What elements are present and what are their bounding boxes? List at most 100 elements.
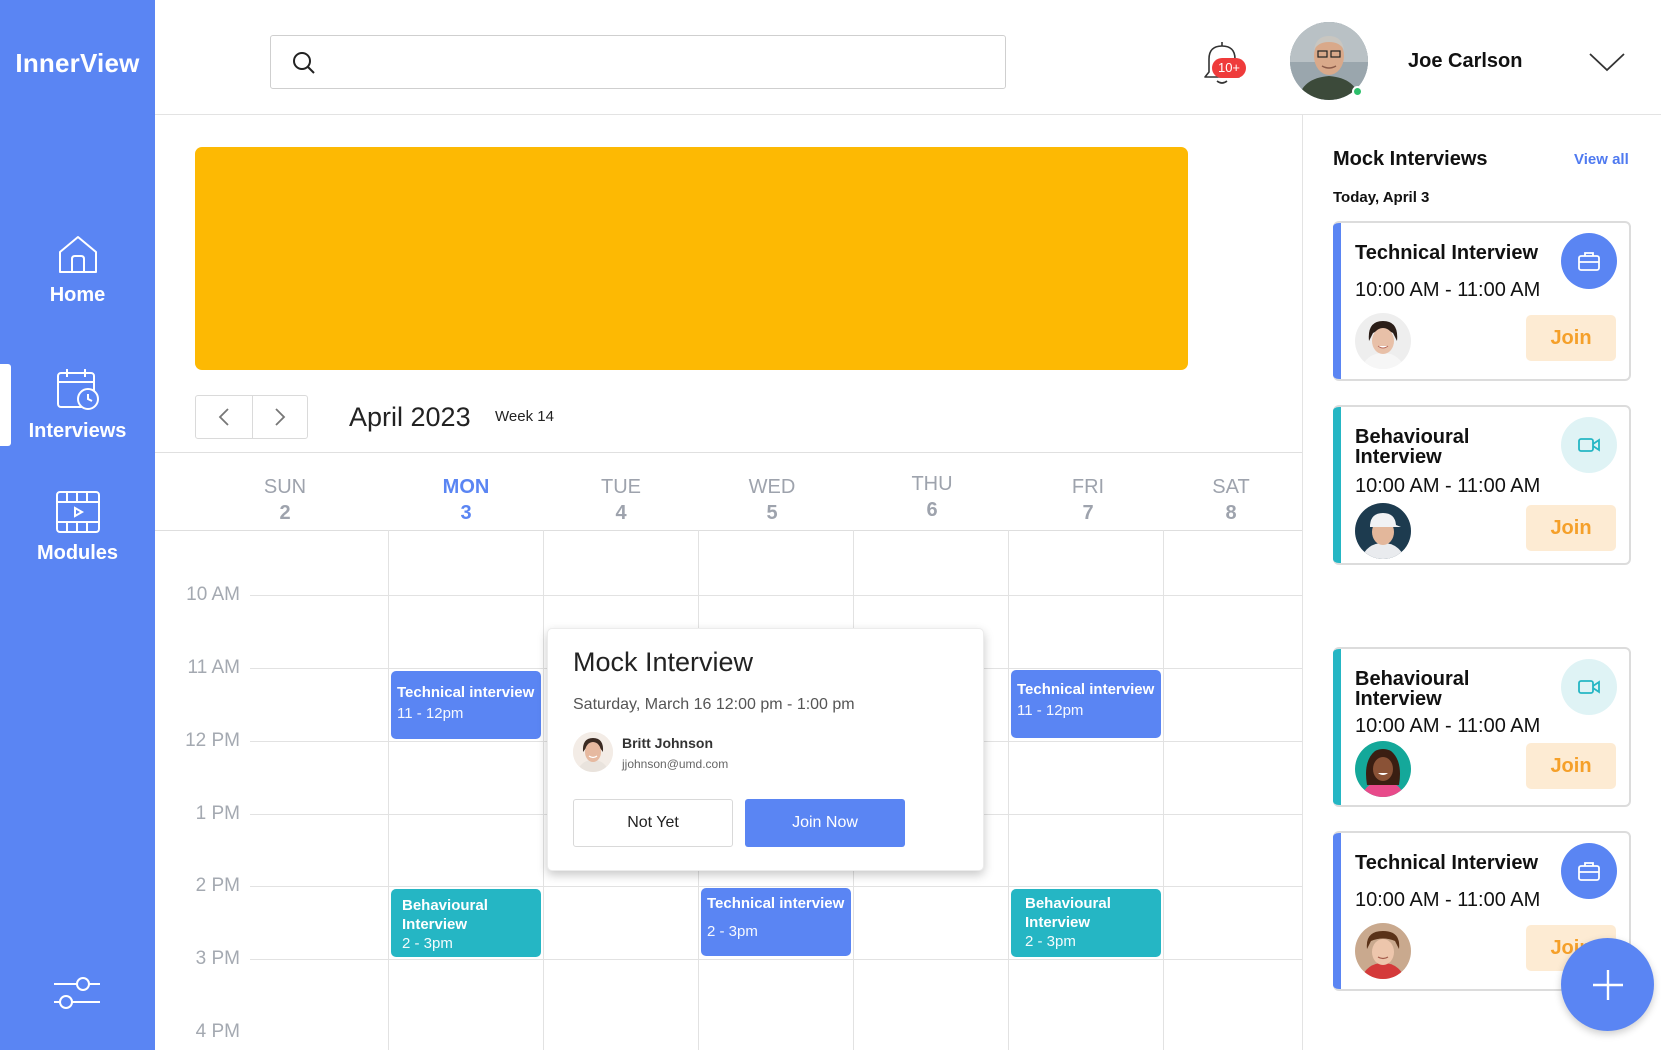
grid-hour-line — [250, 959, 1302, 960]
day-number: 3 — [460, 502, 472, 524]
card-type-stripe — [1333, 833, 1341, 989]
search-bar[interactable] — [270, 35, 1006, 89]
next-week-button[interactable] — [251, 396, 308, 438]
sidebar-item-home[interactable]: Home — [0, 232, 155, 307]
interviewer-avatar — [1355, 313, 1411, 369]
banner — [195, 147, 1188, 370]
time-label: 12 PM — [185, 730, 240, 751]
participant-photo — [573, 732, 613, 772]
day-header-mon[interactable]: MON 3 — [421, 474, 511, 526]
day-number: 6 — [926, 499, 938, 521]
day-name: THU — [911, 473, 953, 495]
event-time: 2 - 3pm — [707, 923, 758, 940]
day-name: WED — [748, 476, 796, 498]
card-title: Behavioural Interview — [1355, 668, 1470, 710]
settings-button[interactable] — [52, 972, 102, 1014]
card-type-stripe — [1333, 223, 1341, 379]
card-type-badge — [1561, 659, 1617, 715]
card-type-badge — [1561, 417, 1617, 473]
day-header-wed[interactable]: WED 5 — [727, 474, 817, 526]
time-label: 3 PM — [195, 948, 240, 969]
calendar-event[interactable]: Technical interview 11 - 12pm — [391, 671, 541, 739]
card-type-badge — [1561, 843, 1617, 899]
card-time: 10:00 AM - 11:00 AM — [1355, 475, 1541, 497]
time-label: 1 PM — [195, 803, 240, 824]
header-divider — [155, 114, 1661, 115]
plus-icon — [1592, 969, 1623, 1000]
sidebar-item-label: Interviews — [28, 420, 127, 442]
prev-week-button[interactable] — [196, 396, 252, 438]
event-time: 11 - 12pm — [1017, 702, 1084, 719]
video-camera-icon — [1578, 438, 1600, 452]
day-header-thu[interactable]: THU 6 — [887, 471, 977, 523]
user-name[interactable]: Joe Carlson — [1408, 50, 1522, 73]
notification-count-badge: 10+ — [1212, 58, 1246, 78]
grid-hour-line — [250, 595, 1302, 596]
month-label: April 2023 — [349, 402, 471, 432]
grid-column-line — [1163, 530, 1164, 1050]
day-number: 4 — [615, 502, 627, 524]
chevron-right-icon — [275, 408, 286, 426]
right-panel-divider — [1302, 115, 1303, 1050]
time-label: 10 AM — [186, 584, 240, 605]
card-type-badge — [1561, 233, 1617, 289]
search-input[interactable] — [333, 44, 993, 80]
sidebar-item-modules[interactable]: Modules — [0, 490, 155, 565]
grid-hour-line — [250, 886, 1302, 887]
grid-column-line — [543, 530, 544, 1050]
day-header-sun[interactable]: SUN 2 — [240, 474, 330, 526]
time-label: 4 PM — [195, 1021, 240, 1042]
calendar-event[interactable]: Behavioural Interview 2 - 3pm — [391, 889, 541, 957]
briefcase-icon — [1578, 862, 1600, 881]
day-number: 8 — [1225, 502, 1237, 524]
interview-card[interactable]: Technical Interview 10:00 AM - 11:00 AM … — [1333, 221, 1631, 381]
user-menu-toggle[interactable] — [1588, 50, 1626, 74]
day-header-sat[interactable]: SAT 8 — [1186, 474, 1276, 526]
mock-interviews-date: Today, April 3 — [1333, 189, 1430, 206]
day-number: 2 — [279, 502, 291, 524]
interviewer-avatar — [1355, 923, 1411, 979]
participant-name: Britt Johnson — [622, 735, 713, 751]
calendar-event[interactable]: Behavioural Interview 2 - 3pm — [1011, 889, 1161, 957]
interview-card[interactable]: Behavioural Interview 10:00 AM - 11:00 A… — [1333, 647, 1631, 807]
grid-top-line — [155, 530, 1302, 531]
card-time: 10:00 AM - 11:00 AM — [1355, 279, 1541, 301]
app-logo[interactable]: InnerView — [0, 48, 155, 79]
day-number: 7 — [1082, 502, 1094, 524]
day-name: FRI — [1071, 476, 1105, 498]
sidebar: InnerView Home Interviews Modules — [0, 0, 155, 1050]
not-yet-button[interactable]: Not Yet — [573, 799, 733, 847]
day-name: SUN — [263, 476, 307, 498]
day-header-tue[interactable]: TUE 4 — [576, 474, 666, 526]
sidebar-item-label: Modules — [36, 542, 119, 564]
event-title: Behavioural Interview — [1025, 895, 1111, 931]
join-button[interactable]: Join — [1526, 315, 1616, 361]
day-number: 5 — [766, 502, 778, 524]
join-button[interactable]: Join — [1526, 743, 1616, 789]
calendar-event[interactable]: Technical interview 11 - 12pm — [1011, 670, 1161, 738]
interview-card[interactable]: Behavioural Interview 10:00 AM - 11:00 A… — [1333, 405, 1631, 565]
event-title: Technical interview — [397, 684, 535, 701]
interviewer-photo — [1355, 313, 1411, 369]
participant-email[interactable]: jjohnson@umd.com — [622, 757, 728, 771]
sidebar-item-interviews[interactable]: Interviews — [0, 366, 155, 443]
online-status-dot — [1352, 86, 1363, 97]
day-header-fri[interactable]: FRI 7 — [1043, 474, 1133, 526]
mock-interviews-title: Mock Interviews — [1333, 148, 1488, 170]
briefcase-icon — [1578, 252, 1600, 271]
time-label: 11 AM — [187, 657, 240, 678]
view-all-link[interactable]: View all — [1574, 151, 1629, 168]
join-button[interactable]: Join — [1526, 505, 1616, 551]
add-interview-button[interactable] — [1561, 938, 1654, 1031]
calendar-clock-icon — [56, 369, 99, 410]
event-title: Technical interview — [1017, 681, 1155, 698]
join-now-button[interactable]: Join Now — [745, 799, 905, 847]
chevron-left-icon — [218, 408, 229, 426]
card-time: 10:00 AM - 11:00 AM — [1355, 889, 1541, 911]
day-name: MON — [442, 476, 490, 498]
week-label: Week 14 — [495, 408, 554, 425]
calendar-event[interactable]: Technical interview 2 - 3pm — [701, 888, 851, 956]
day-name: TUE — [601, 476, 641, 498]
grid-column-line — [388, 530, 389, 1050]
event-details-popup: Mock Interview Saturday, March 16 12:00 … — [547, 628, 984, 871]
